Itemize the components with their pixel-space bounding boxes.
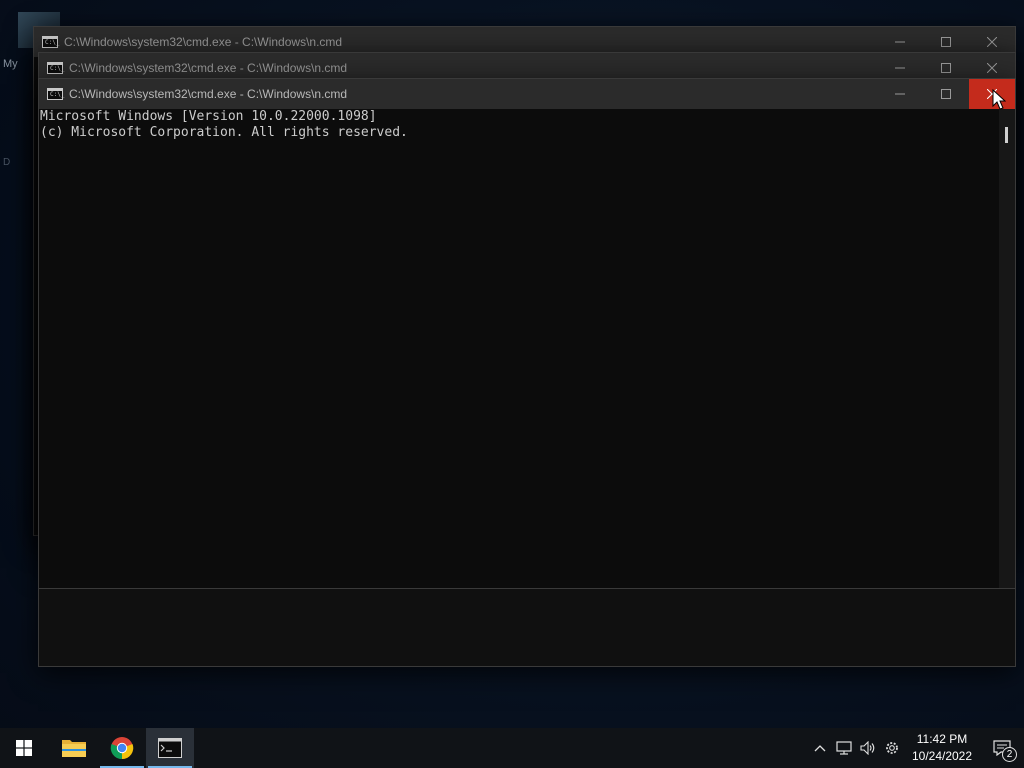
notification-count-badge: 2 [1002,747,1017,762]
console-lower-area [39,588,1015,666]
clock-time: 11:42 PM [916,732,968,746]
taskbar-chrome[interactable] [98,728,146,768]
volume-icon [860,741,875,755]
console-line: Microsoft Windows [Version 10.0.22000.10… [40,109,377,124]
system-tray: 11:42 PM 10/24/2022 2 [808,728,1024,768]
volume-button[interactable] [856,728,880,768]
close-icon [987,37,997,47]
vertical-scrollbar[interactable] [999,109,1015,588]
maximize-icon [941,89,951,99]
console-line: (c) Microsoft Corporation. All rights re… [40,125,408,140]
network-button[interactable] [832,728,856,768]
window-title: C:\Windows\system32\cmd.exe - C:\Windows… [69,87,348,101]
cmd-icon: C:\_ [47,62,64,74]
taskbar-clock[interactable]: 11:42 PM 10/24/2022 [904,731,980,765]
minimize-icon [895,67,905,69]
network-icon [836,741,852,755]
mouse-pointer-icon [992,89,1006,110]
cmd-icon [158,738,182,758]
clock-date: 10/24/2022 [911,749,973,763]
chevron-up-icon [814,745,826,752]
console-output[interactable]: Microsoft Windows [Version 10.0.22000.10… [39,109,999,588]
taskbar-file-explorer[interactable] [50,728,98,768]
show-hidden-icons-button[interactable] [808,728,832,768]
cmd-window-active[interactable]: C:\_ C:\Windows\system32\cmd.exe - C:\Wi… [38,78,1016,667]
folder-icon [62,740,86,757]
settings-icon [886,742,898,754]
chrome-icon [110,737,134,760]
minimize-icon [895,41,905,43]
cmd-icon: C:\_ [42,36,59,48]
settings-button[interactable] [880,728,904,768]
windows-start-icon [16,740,32,756]
desktop-icon-label: My [3,58,18,70]
maximize-icon [941,37,951,47]
minimize-icon [895,93,905,95]
cmd-icon: C:\_ [47,88,64,100]
scrollbar-thumb[interactable] [1005,127,1008,143]
window-title: C:\Windows\system32\cmd.exe - C:\Windows… [69,61,348,75]
desktop-icon-label: D [3,157,11,168]
title-bar[interactable]: C:\_ C:\Windows\system32\cmd.exe - C:\Wi… [39,79,1015,109]
start-button[interactable] [0,728,48,768]
maximize-icon [941,63,951,73]
minimize-button[interactable] [877,79,923,109]
close-icon [987,63,997,73]
maximize-button[interactable] [923,79,969,109]
action-center-button[interactable]: 2 [980,728,1024,768]
window-title: C:\Windows\system32\cmd.exe - C:\Windows… [64,35,343,49]
taskbar: 11:42 PM 10/24/2022 2 [0,728,1024,768]
taskbar-command-prompt[interactable] [146,728,194,768]
desktop: My D C:\_ C:\Windows\system32\cmd.exe - … [0,0,1024,728]
